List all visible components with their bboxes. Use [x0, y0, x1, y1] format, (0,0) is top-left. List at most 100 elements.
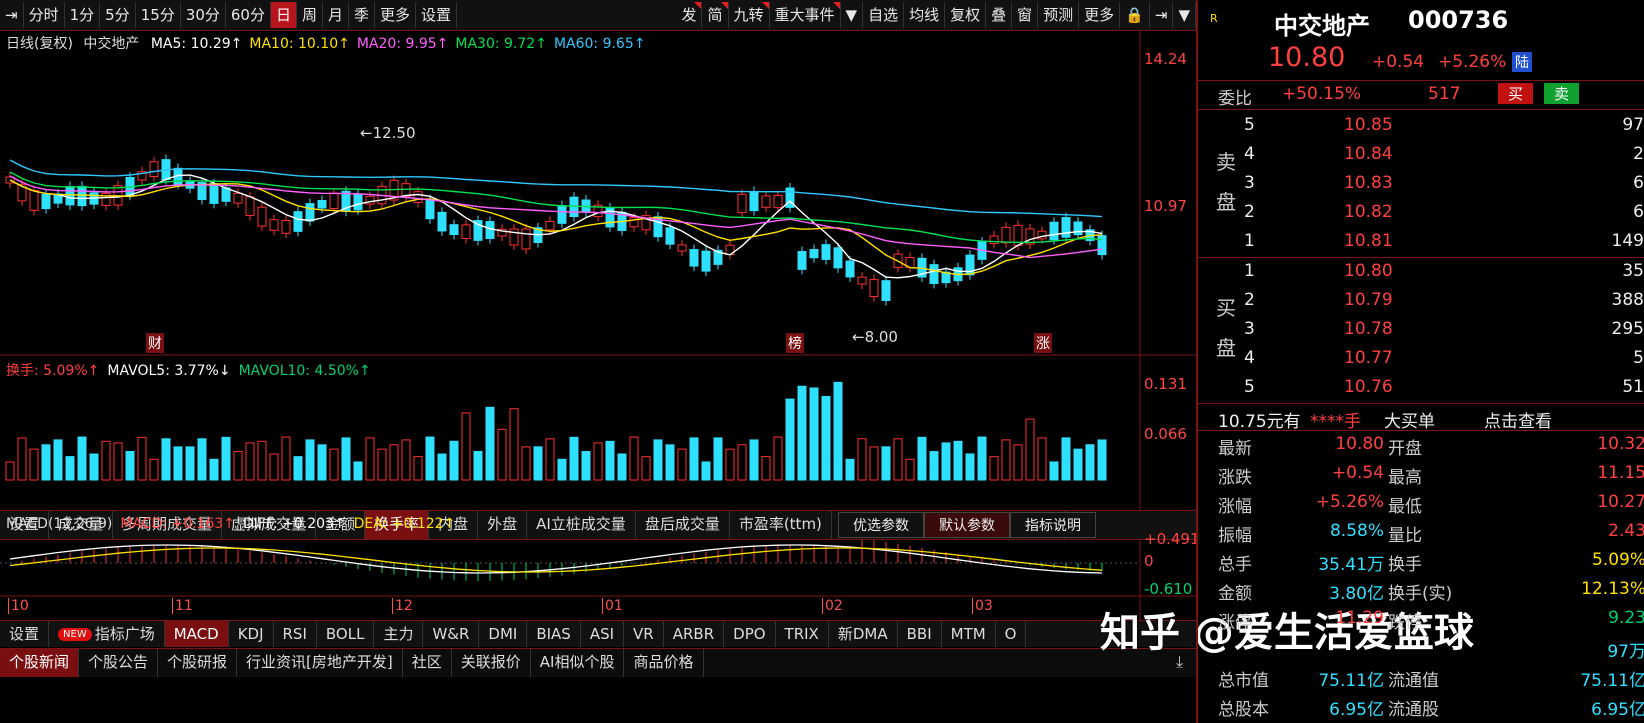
big-order-row[interactable]: 10.75元有 ****手 大买单 点击查看: [1198, 403, 1644, 432]
big-order-link[interactable]: 点击查看: [1484, 407, 1552, 432]
buy-button[interactable]: 买: [1498, 83, 1534, 104]
news-tab-2[interactable]: 个股研报: [158, 649, 238, 677]
buys-level-1[interactable]: 1 10.80 35: [1198, 258, 1644, 286]
indicator-tab-1[interactable]: NEW 指标广场: [49, 621, 165, 647]
indicator-tab-11[interactable]: VR: [624, 621, 664, 647]
volume-bar: [773, 436, 783, 481]
volume-bar: [521, 446, 531, 481]
vol-label-2: MAVOL10: 4.50%↑: [238, 363, 371, 379]
sells-level-5[interactable]: 5 10.85 97: [1198, 112, 1644, 140]
stat-value: 75.11亿: [1318, 671, 1384, 691]
macd-axis-top: +0.491: [1144, 530, 1200, 548]
volume-bar: [869, 446, 879, 481]
indicator-tab-8[interactable]: DMI: [479, 621, 528, 647]
news-tab-6[interactable]: AI相似个股: [531, 649, 625, 677]
volume-bar: [785, 398, 795, 481]
volume-bar: [749, 439, 759, 481]
buys-level-2[interactable]: 2 10.79 388: [1198, 287, 1644, 315]
candle-body: [281, 219, 291, 234]
stat-label: 换手: [1388, 555, 1422, 575]
date-label-1: 11: [172, 598, 193, 614]
volume-bar: [497, 428, 507, 481]
volume-tab-10[interactable]: 市盈率(ttm): [730, 511, 832, 539]
buys-level-3[interactable]: 3 10.78 295: [1198, 316, 1644, 344]
big-order-label: 大买单: [1384, 412, 1435, 432]
indicator-tab-6[interactable]: 主力: [374, 621, 424, 647]
indicator-tab-7[interactable]: W&R: [423, 621, 480, 647]
volume-bar: [821, 395, 831, 481]
indicator-tab-0[interactable]: 设置: [0, 621, 50, 647]
indicator-tab-label: MACD: [173, 625, 219, 643]
indicator-tab-label: TRIX: [784, 625, 819, 643]
level-price: 10.77: [1344, 348, 1393, 368]
macd-param-button-0[interactable]: 优选参数: [838, 512, 924, 538]
stat-value: 11.15: [1597, 463, 1644, 483]
volume-bar: [377, 448, 387, 481]
volume-bar: [833, 381, 843, 481]
news-tab-5[interactable]: 关联报价: [452, 649, 531, 677]
level-volume: 2: [1633, 144, 1644, 164]
sells-level-2[interactable]: 2 10.82 6: [1198, 199, 1644, 227]
indicator-tab-3[interactable]: KDJ: [229, 621, 274, 647]
volume-bar: [413, 456, 423, 481]
weibi-row: 委比 +50.15% 517 买 卖: [1198, 80, 1644, 110]
sells-level-3[interactable]: 3 10.83 6: [1198, 170, 1644, 198]
event-marker-1[interactable]: 榜: [786, 333, 804, 353]
news-tab-7[interactable]: 商品价格: [624, 649, 704, 677]
macd-param-button-1[interactable]: 默认参数: [924, 512, 1010, 538]
indicator-tab-2[interactable]: MACD: [164, 621, 229, 647]
indicator-tab-14[interactable]: TRIX: [776, 621, 829, 647]
indicator-tab-9[interactable]: BIAS: [527, 621, 581, 647]
indicator-tab-12[interactable]: ARBR: [664, 621, 725, 647]
volume-bar: [989, 456, 999, 481]
indicator-tab-label: ASI: [589, 625, 615, 643]
volume-tab-7[interactable]: 外盘: [478, 511, 528, 539]
buys-level-5[interactable]: 5 10.76 51: [1198, 374, 1644, 402]
stat-label: 流通值: [1388, 671, 1439, 691]
volume-tab-8[interactable]: AI立桩成交量: [527, 511, 636, 539]
volume-bar: [41, 444, 51, 481]
indicator-tab-17[interactable]: MTM: [942, 621, 996, 647]
quote-stock-code: 000736: [1408, 6, 1509, 34]
event-marker-0[interactable]: 财: [146, 333, 164, 353]
indicator-tab-5[interactable]: BOLL: [317, 621, 375, 647]
high-price-note: ←12.50: [360, 124, 416, 142]
macd-param-button-2[interactable]: 指标说明: [1010, 512, 1096, 538]
indicator-tab-4[interactable]: RSI: [274, 621, 317, 647]
indicator-tab-15[interactable]: 新DMA: [829, 621, 898, 647]
indicator-tab-label: W&R: [432, 625, 470, 643]
sells-level-4[interactable]: 4 10.84 2: [1198, 141, 1644, 169]
volume-bar: [593, 442, 603, 481]
price-axis-mid: 10.97: [1144, 197, 1187, 215]
volume-bar: [173, 446, 183, 481]
event-marker-2[interactable]: 涨: [1034, 333, 1052, 353]
volume-bar: [185, 446, 195, 481]
news-tab-3[interactable]: 行业资讯[房地产开发]: [237, 649, 403, 677]
volume-bar: [917, 436, 927, 481]
indicator-tab-10[interactable]: ASI: [581, 621, 625, 647]
level-volume: 6: [1633, 202, 1644, 222]
indicator-tab-label: BBI: [906, 625, 932, 643]
price-axis-top: 14.24: [1144, 50, 1187, 68]
level-volume: 5: [1633, 348, 1644, 368]
stat-row-1: 涨跌 +0.54 最高 11.15: [1198, 461, 1644, 489]
level-volume: 295: [1611, 319, 1644, 339]
quote-panel: R 中交地产 000736 10.80 +0.54 +5.26% 陆 委比 +5…: [1196, 0, 1644, 723]
indicator-tab-label: BIAS: [536, 625, 571, 643]
indicator-tab-13[interactable]: DPO: [724, 621, 776, 647]
stat-label: 金额: [1218, 584, 1252, 604]
news-tab-1[interactable]: 个股公告: [79, 649, 159, 677]
macd-header: MACD(12,26,9) MACD: +0.163↑ DIFF: +0.203↑ D…: [6, 516, 463, 532]
sell-button[interactable]: 卖: [1544, 83, 1580, 104]
stat-value: 6.95亿: [1329, 700, 1384, 720]
indicator-tab-18[interactable]: O: [996, 621, 1027, 647]
indicator-tab-16[interactable]: BBI: [898, 621, 942, 647]
sells-level-1[interactable]: 1 10.81 149: [1198, 228, 1644, 256]
stat-label: 最高: [1388, 468, 1422, 488]
volume-tab-9[interactable]: 盘后成交量: [636, 511, 730, 539]
turnover-header: 换手: 5.09%↑ MAVOL5: 3.77%↓ MAVOL10: 4.50%↑: [6, 360, 379, 380]
buys-level-4[interactable]: 4 10.77 5: [1198, 345, 1644, 373]
news-tab-4[interactable]: 社区: [403, 649, 452, 677]
candle-body: [269, 219, 279, 231]
news-tab-0[interactable]: 个股新闻: [0, 649, 80, 677]
